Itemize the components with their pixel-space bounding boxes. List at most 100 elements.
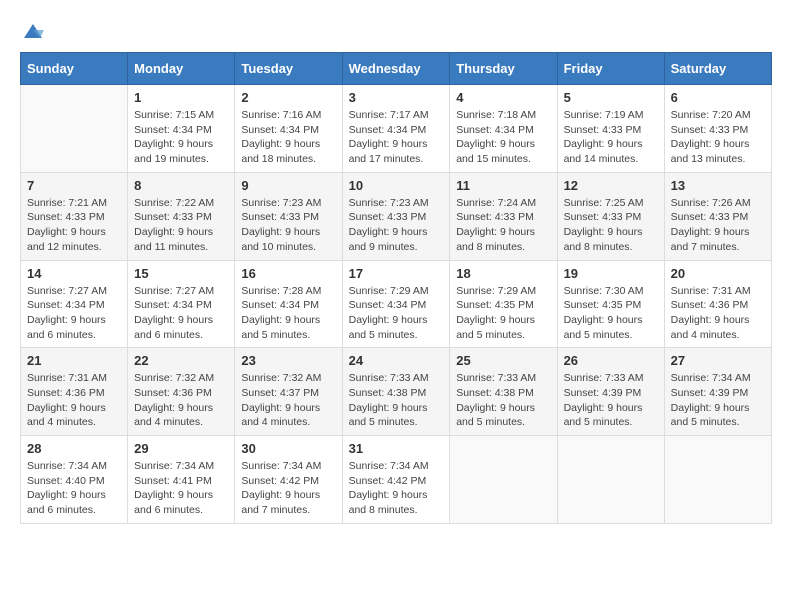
calendar-cell — [450, 436, 557, 524]
calendar-cell: 15 Sunrise: 7:27 AMSunset: 4:34 PMDayligh… — [128, 260, 235, 348]
calendar-cell: 2Sunrise: 7:16 AMSunset: 4:34 PMDaylight… — [235, 85, 342, 173]
day-number: 28 — [27, 441, 121, 456]
calendar-cell: 9 Sunrise: 7:23 AMSunset: 4:33 PMDaylight… — [235, 172, 342, 260]
calendar-cell: 1 Sunrise: 7:15 AMSunset: 4:34 PMDaylight… — [128, 85, 235, 173]
day-number: 1 — [134, 90, 228, 105]
calendar-cell: 18 Sunrise: 7:29 AMSunset: 4:35 PMDayligh… — [450, 260, 557, 348]
column-header-friday: Friday — [557, 53, 664, 85]
day-number: 16 — [241, 266, 335, 281]
cell-info: Sunrise: 7:20 AMSunset: 4:33 PMDaylight:… — [671, 108, 765, 167]
calendar-cell: 12Sunrise: 7:25 AMSunset: 4:33 PMDayligh… — [557, 172, 664, 260]
calendar-week-row: 1 Sunrise: 7:15 AMSunset: 4:34 PMDaylight… — [21, 85, 772, 173]
calendar-cell — [557, 436, 664, 524]
logo-icon — [22, 20, 44, 42]
day-number: 2 — [241, 90, 335, 105]
day-number: 13 — [671, 178, 765, 193]
cell-info: Sunrise: 7:32 AMSunset: 4:37 PMDaylight:… — [241, 371, 335, 430]
cell-info: Sunrise: 7:29 AMSunset: 4:35 PMDaylight:… — [456, 284, 550, 343]
calendar-cell: 3 Sunrise: 7:17 AMSunset: 4:34 PMDaylight… — [342, 85, 450, 173]
calendar-cell: 17 Sunrise: 7:29 AMSunset: 4:34 PMDayligh… — [342, 260, 450, 348]
calendar-cell: 6Sunrise: 7:20 AMSunset: 4:33 PMDaylight… — [664, 85, 771, 173]
cell-info: Sunrise: 7:25 AMSunset: 4:33 PMDaylight:… — [564, 196, 658, 255]
day-number: 23 — [241, 353, 335, 368]
calendar-table: SundayMondayTuesdayWednesdayThursdayFrid… — [20, 52, 772, 524]
cell-info: Sunrise: 7:31 AMSunset: 4:36 PMDaylight:… — [27, 371, 121, 430]
day-number: 20 — [671, 266, 765, 281]
calendar-week-row: 21 Sunrise: 7:31 AMSunset: 4:36 PMDayligh… — [21, 348, 772, 436]
calendar-cell: 5Sunrise: 7:19 AMSunset: 4:33 PMDaylight… — [557, 85, 664, 173]
calendar-header-row: SundayMondayTuesdayWednesdayThursdayFrid… — [21, 53, 772, 85]
day-number: 24 — [349, 353, 444, 368]
day-number: 31 — [349, 441, 444, 456]
column-header-tuesday: Tuesday — [235, 53, 342, 85]
day-number: 21 — [27, 353, 121, 368]
calendar-cell: 13 Sunrise: 7:26 AMSunset: 4:33 PMDayligh… — [664, 172, 771, 260]
day-number: 29 — [134, 441, 228, 456]
day-number: 15 — [134, 266, 228, 281]
cell-info: Sunrise: 7:33 AMSunset: 4:38 PMDaylight:… — [456, 371, 550, 430]
cell-info: Sunrise: 7:33 AMSunset: 4:39 PMDaylight:… — [564, 371, 658, 430]
cell-info: Sunrise: 7:26 AMSunset: 4:33 PMDaylight:… — [671, 196, 765, 255]
day-number: 27 — [671, 353, 765, 368]
cell-info: Sunrise: 7:33 AMSunset: 4:38 PMDaylight:… — [349, 371, 444, 430]
cell-info: Sunrise: 7:15 AMSunset: 4:34 PMDaylight:… — [134, 108, 228, 167]
day-number: 19 — [564, 266, 658, 281]
day-number: 18 — [456, 266, 550, 281]
day-number: 3 — [349, 90, 444, 105]
day-number: 17 — [349, 266, 444, 281]
calendar-cell: 24 Sunrise: 7:33 AMSunset: 4:38 PMDayligh… — [342, 348, 450, 436]
calendar-cell: 16 Sunrise: 7:28 AMSunset: 4:34 PMDayligh… — [235, 260, 342, 348]
cell-info: Sunrise: 7:21 AMSunset: 4:33 PMDaylight:… — [27, 196, 121, 255]
calendar-cell: 8 Sunrise: 7:22 AMSunset: 4:33 PMDaylight… — [128, 172, 235, 260]
calendar-cell: 31 Sunrise: 7:34 AMSunset: 4:42 PMDayligh… — [342, 436, 450, 524]
calendar-cell — [664, 436, 771, 524]
cell-info: Sunrise: 7:34 AMSunset: 4:40 PMDaylight:… — [27, 459, 121, 518]
cell-info: Sunrise: 7:22 AMSunset: 4:33 PMDaylight:… — [134, 196, 228, 255]
calendar-cell: 14 Sunrise: 7:27 AMSunset: 4:34 PMDayligh… — [21, 260, 128, 348]
cell-info: Sunrise: 7:34 AMSunset: 4:39 PMDaylight:… — [671, 371, 765, 430]
column-header-thursday: Thursday — [450, 53, 557, 85]
calendar-cell — [21, 85, 128, 173]
calendar-cell: 28 Sunrise: 7:34 AMSunset: 4:40 PMDayligh… — [21, 436, 128, 524]
day-number: 10 — [349, 178, 444, 193]
calendar-cell: 11 Sunrise: 7:24 AMSunset: 4:33 PMDayligh… — [450, 172, 557, 260]
calendar-cell: 4 Sunrise: 7:18 AMSunset: 4:34 PMDaylight… — [450, 85, 557, 173]
day-number: 7 — [27, 178, 121, 193]
page-header — [20, 20, 772, 42]
calendar-week-row: 28 Sunrise: 7:34 AMSunset: 4:40 PMDayligh… — [21, 436, 772, 524]
cell-info: Sunrise: 7:34 AMSunset: 4:42 PMDaylight:… — [349, 459, 444, 518]
cell-info: Sunrise: 7:18 AMSunset: 4:34 PMDaylight:… — [456, 108, 550, 167]
cell-info: Sunrise: 7:27 AMSunset: 4:34 PMDaylight:… — [27, 284, 121, 343]
calendar-cell: 25 Sunrise: 7:33 AMSunset: 4:38 PMDayligh… — [450, 348, 557, 436]
cell-info: Sunrise: 7:30 AMSunset: 4:35 PMDaylight:… — [564, 284, 658, 343]
logo — [20, 20, 44, 42]
calendar-cell: 21 Sunrise: 7:31 AMSunset: 4:36 PMDayligh… — [21, 348, 128, 436]
calendar-week-row: 14 Sunrise: 7:27 AMSunset: 4:34 PMDayligh… — [21, 260, 772, 348]
cell-info: Sunrise: 7:23 AMSunset: 4:33 PMDaylight:… — [241, 196, 335, 255]
cell-info: Sunrise: 7:24 AMSunset: 4:33 PMDaylight:… — [456, 196, 550, 255]
cell-info: Sunrise: 7:28 AMSunset: 4:34 PMDaylight:… — [241, 284, 335, 343]
day-number: 9 — [241, 178, 335, 193]
calendar-cell: 26Sunrise: 7:33 AMSunset: 4:39 PMDayligh… — [557, 348, 664, 436]
column-header-sunday: Sunday — [21, 53, 128, 85]
calendar-cell: 20Sunrise: 7:31 AMSunset: 4:36 PMDayligh… — [664, 260, 771, 348]
cell-info: Sunrise: 7:29 AMSunset: 4:34 PMDaylight:… — [349, 284, 444, 343]
day-number: 30 — [241, 441, 335, 456]
day-number: 22 — [134, 353, 228, 368]
calendar-cell: 10Sunrise: 7:23 AMSunset: 4:33 PMDayligh… — [342, 172, 450, 260]
cell-info: Sunrise: 7:27 AMSunset: 4:34 PMDaylight:… — [134, 284, 228, 343]
day-number: 4 — [456, 90, 550, 105]
day-number: 8 — [134, 178, 228, 193]
calendar-cell: 19 Sunrise: 7:30 AMSunset: 4:35 PMDayligh… — [557, 260, 664, 348]
cell-info: Sunrise: 7:34 AMSunset: 4:42 PMDaylight:… — [241, 459, 335, 518]
calendar-week-row: 7 Sunrise: 7:21 AMSunset: 4:33 PMDaylight… — [21, 172, 772, 260]
cell-info: Sunrise: 7:19 AMSunset: 4:33 PMDaylight:… — [564, 108, 658, 167]
column-header-saturday: Saturday — [664, 53, 771, 85]
cell-info: Sunrise: 7:17 AMSunset: 4:34 PMDaylight:… — [349, 108, 444, 167]
calendar-cell: 27 Sunrise: 7:34 AMSunset: 4:39 PMDayligh… — [664, 348, 771, 436]
day-number: 14 — [27, 266, 121, 281]
calendar-cell: 23 Sunrise: 7:32 AMSunset: 4:37 PMDayligh… — [235, 348, 342, 436]
calendar-cell: 29Sunrise: 7:34 AMSunset: 4:41 PMDayligh… — [128, 436, 235, 524]
day-number: 25 — [456, 353, 550, 368]
day-number: 11 — [456, 178, 550, 193]
